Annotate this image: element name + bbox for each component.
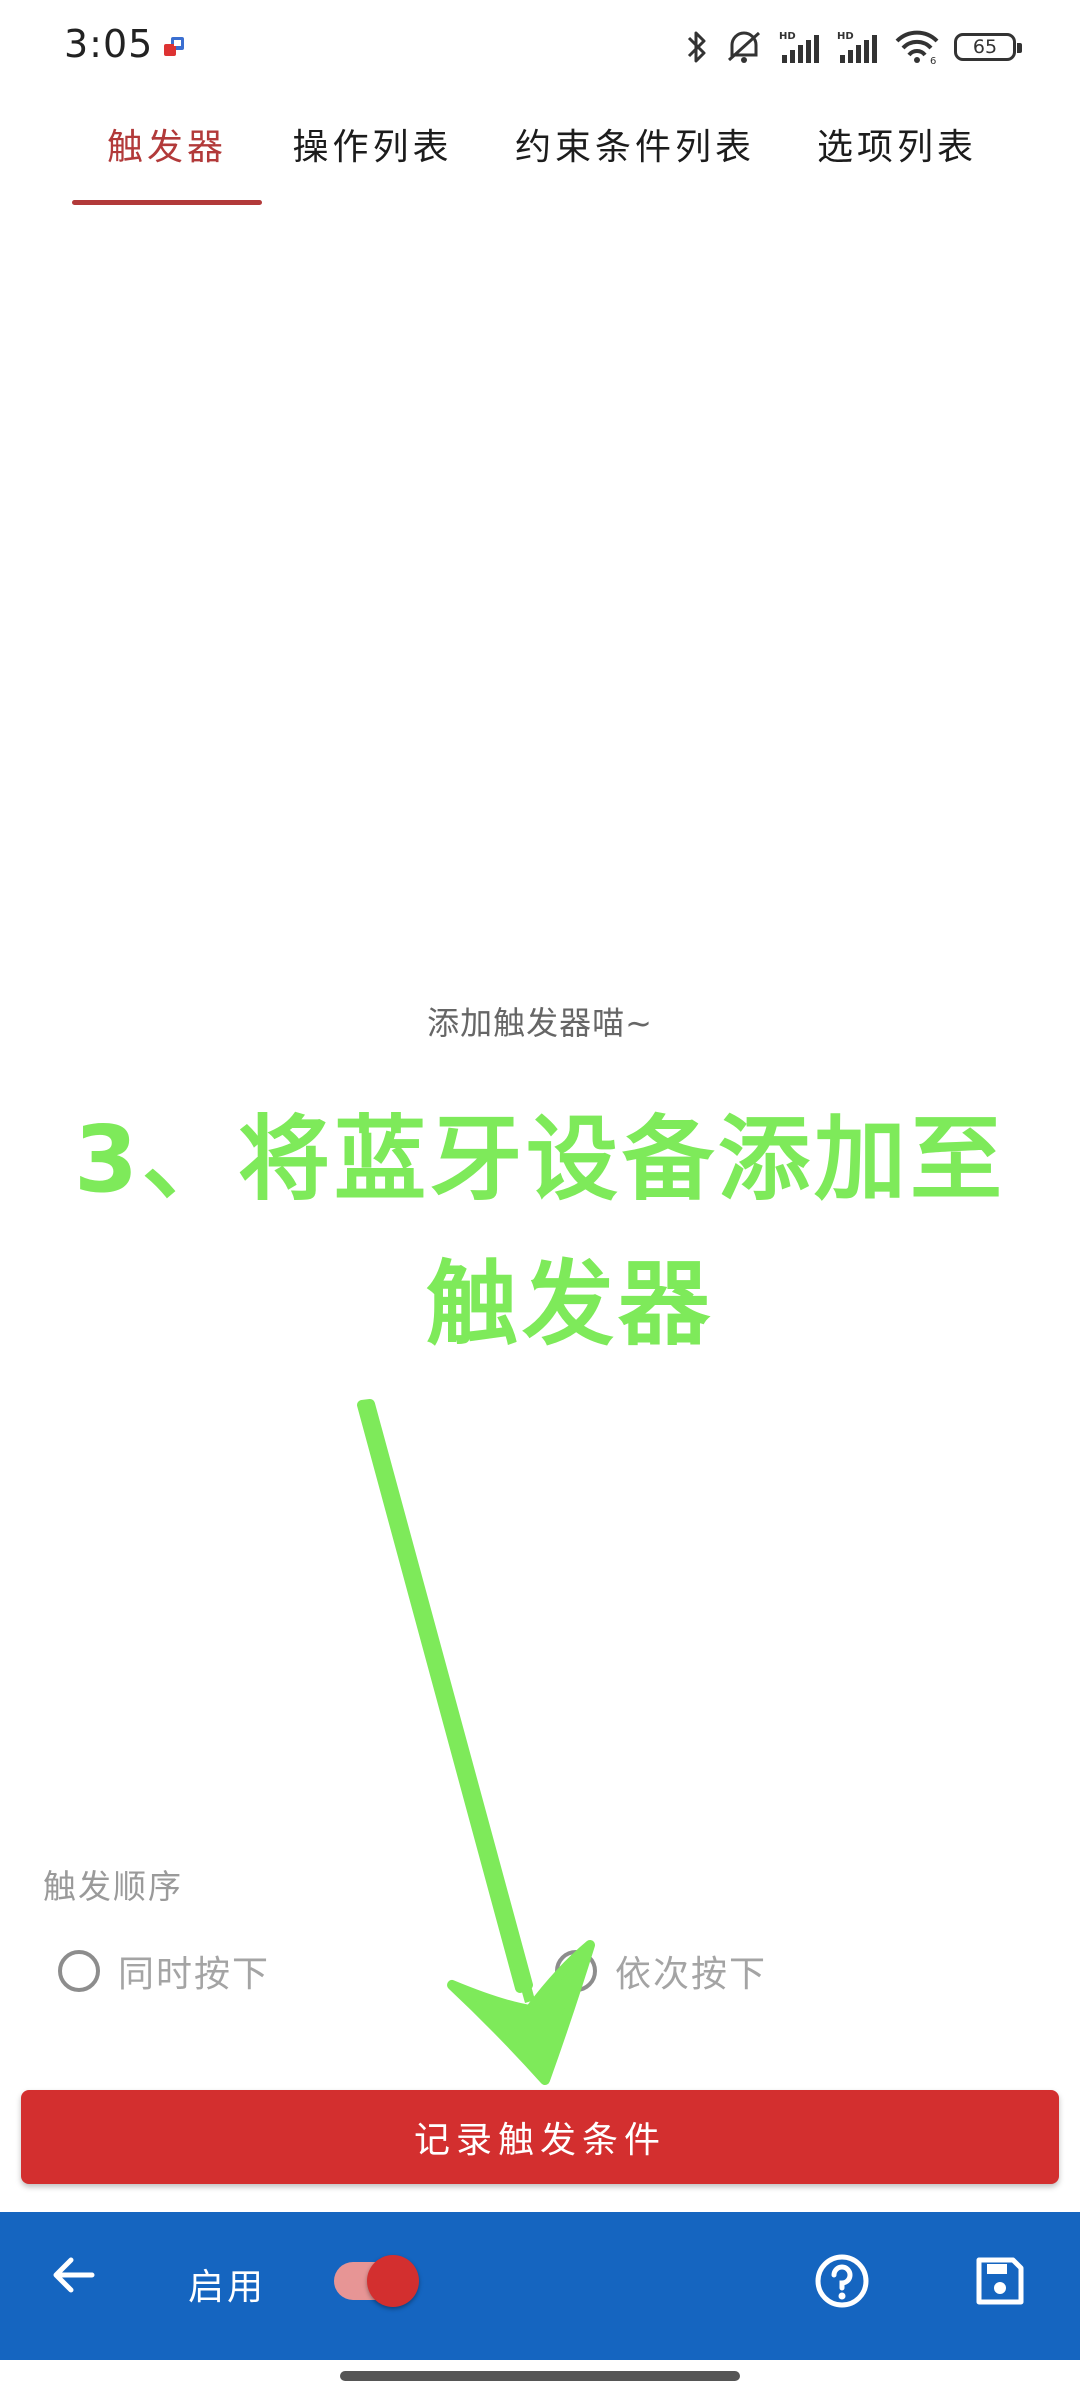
wifi-badge: 6 [930,56,936,65]
radio-label: 依次按下 [615,1954,768,1995]
enable-label: 启用 [188,2267,267,2308]
tab-triggers[interactable]: 触发器 [72,98,262,190]
svg-text:HD: HD [837,31,854,42]
record-trigger-button[interactable]: 记录触发条件 [21,2090,1059,2184]
radio-sequential[interactable]: 依次按下 [555,1945,767,1997]
tab-indicator [72,200,262,205]
signal-hd-icon: HD [779,31,819,63]
annotation-text: 3、将蓝牙设备添加至 [73,1106,1006,1213]
back-arrow-icon[interactable] [44,2245,104,2305]
radio-label: 同时按下 [118,1954,271,1995]
help-icon[interactable] [812,2251,872,2311]
bluetooth-icon [687,31,706,63]
bottom-app-bar [0,2212,1080,2360]
toggle-thumb[interactable] [367,2255,419,2307]
home-indicator[interactable] [340,2371,740,2381]
status-time: 3:05 [64,22,154,66]
tab-constraints[interactable]: 约束条件列表 [505,98,765,190]
signal-hd-icon: HD [837,31,877,63]
mute-icon [727,31,761,63]
wifi-icon: 6 [895,30,939,65]
annotation-text: 触发器 [425,1251,714,1358]
empty-state-text: 添加触发器喵~ [427,1004,653,1042]
battery-level: 65 [972,36,998,58]
radio-circle[interactable] [555,1950,597,1992]
tab-options[interactable]: 选项列表 [808,98,986,190]
radio-simultaneous[interactable]: 同时按下 [58,1945,270,1997]
notification-app-icon [164,37,184,56]
radio-circle[interactable] [58,1950,100,1992]
tab-bar: 触发器 操作列表 约束条件列表 选项列表 [0,98,1080,208]
battery-indicator: 65 [954,33,1022,61]
tab-actions[interactable]: 操作列表 [285,98,460,190]
status-icons: HD HD 6 65 [684,24,1022,70]
svg-text:HD: HD [779,31,796,42]
save-icon[interactable] [970,2251,1030,2311]
trigger-order-label: 触发顺序 [43,1867,183,1906]
